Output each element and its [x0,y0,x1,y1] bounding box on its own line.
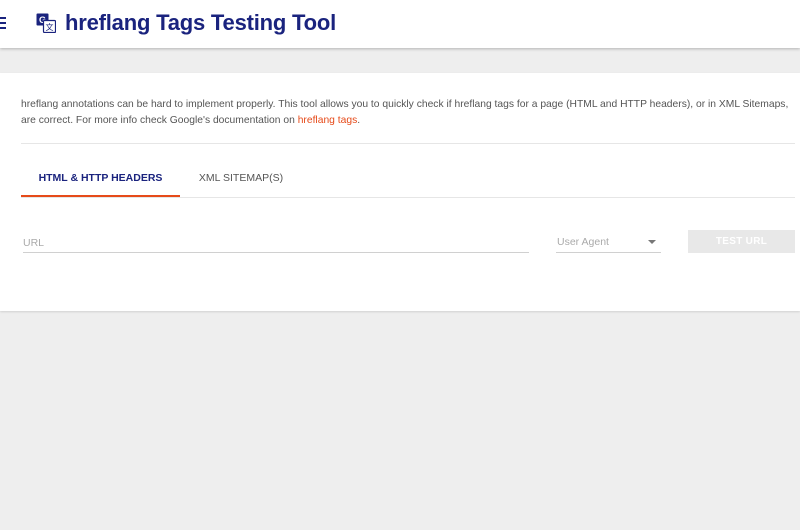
intro-text: hreflang annotations can be hard to impl… [21,99,789,126]
intro-text-end: . [357,115,361,126]
test-url-button[interactable]: TEST URL [688,230,795,253]
tab-bar: HTML & HTTP HEADERS XML SITEMAP(S) [21,163,795,197]
divider [21,143,795,144]
top-app-bar: G 文 hreflang Tags Testing Tool [0,0,800,48]
hamburger-menu-icon[interactable] [0,17,8,29]
user-agent-label: User Agent [557,236,609,248]
user-agent-select[interactable]: User Agent [556,233,661,253]
dropdown-arrow-icon [648,240,656,244]
tool-card: hreflang annotations can be hard to impl… [0,73,800,311]
app-title: hreflang Tags Testing Tool [65,10,337,35]
hreflang-docs-link[interactable]: hreflang tags [298,115,358,126]
url-input[interactable] [23,233,529,253]
divider [21,197,795,198]
translate-icon: G 文 [36,13,56,33]
tab-html-http-headers[interactable]: HTML & HTTP HEADERS [21,163,180,197]
intro-paragraph: hreflang annotations can be hard to impl… [21,97,791,129]
svg-text:文: 文 [46,22,54,32]
tab-xml-sitemaps[interactable]: XML SITEMAP(S) [180,163,302,197]
